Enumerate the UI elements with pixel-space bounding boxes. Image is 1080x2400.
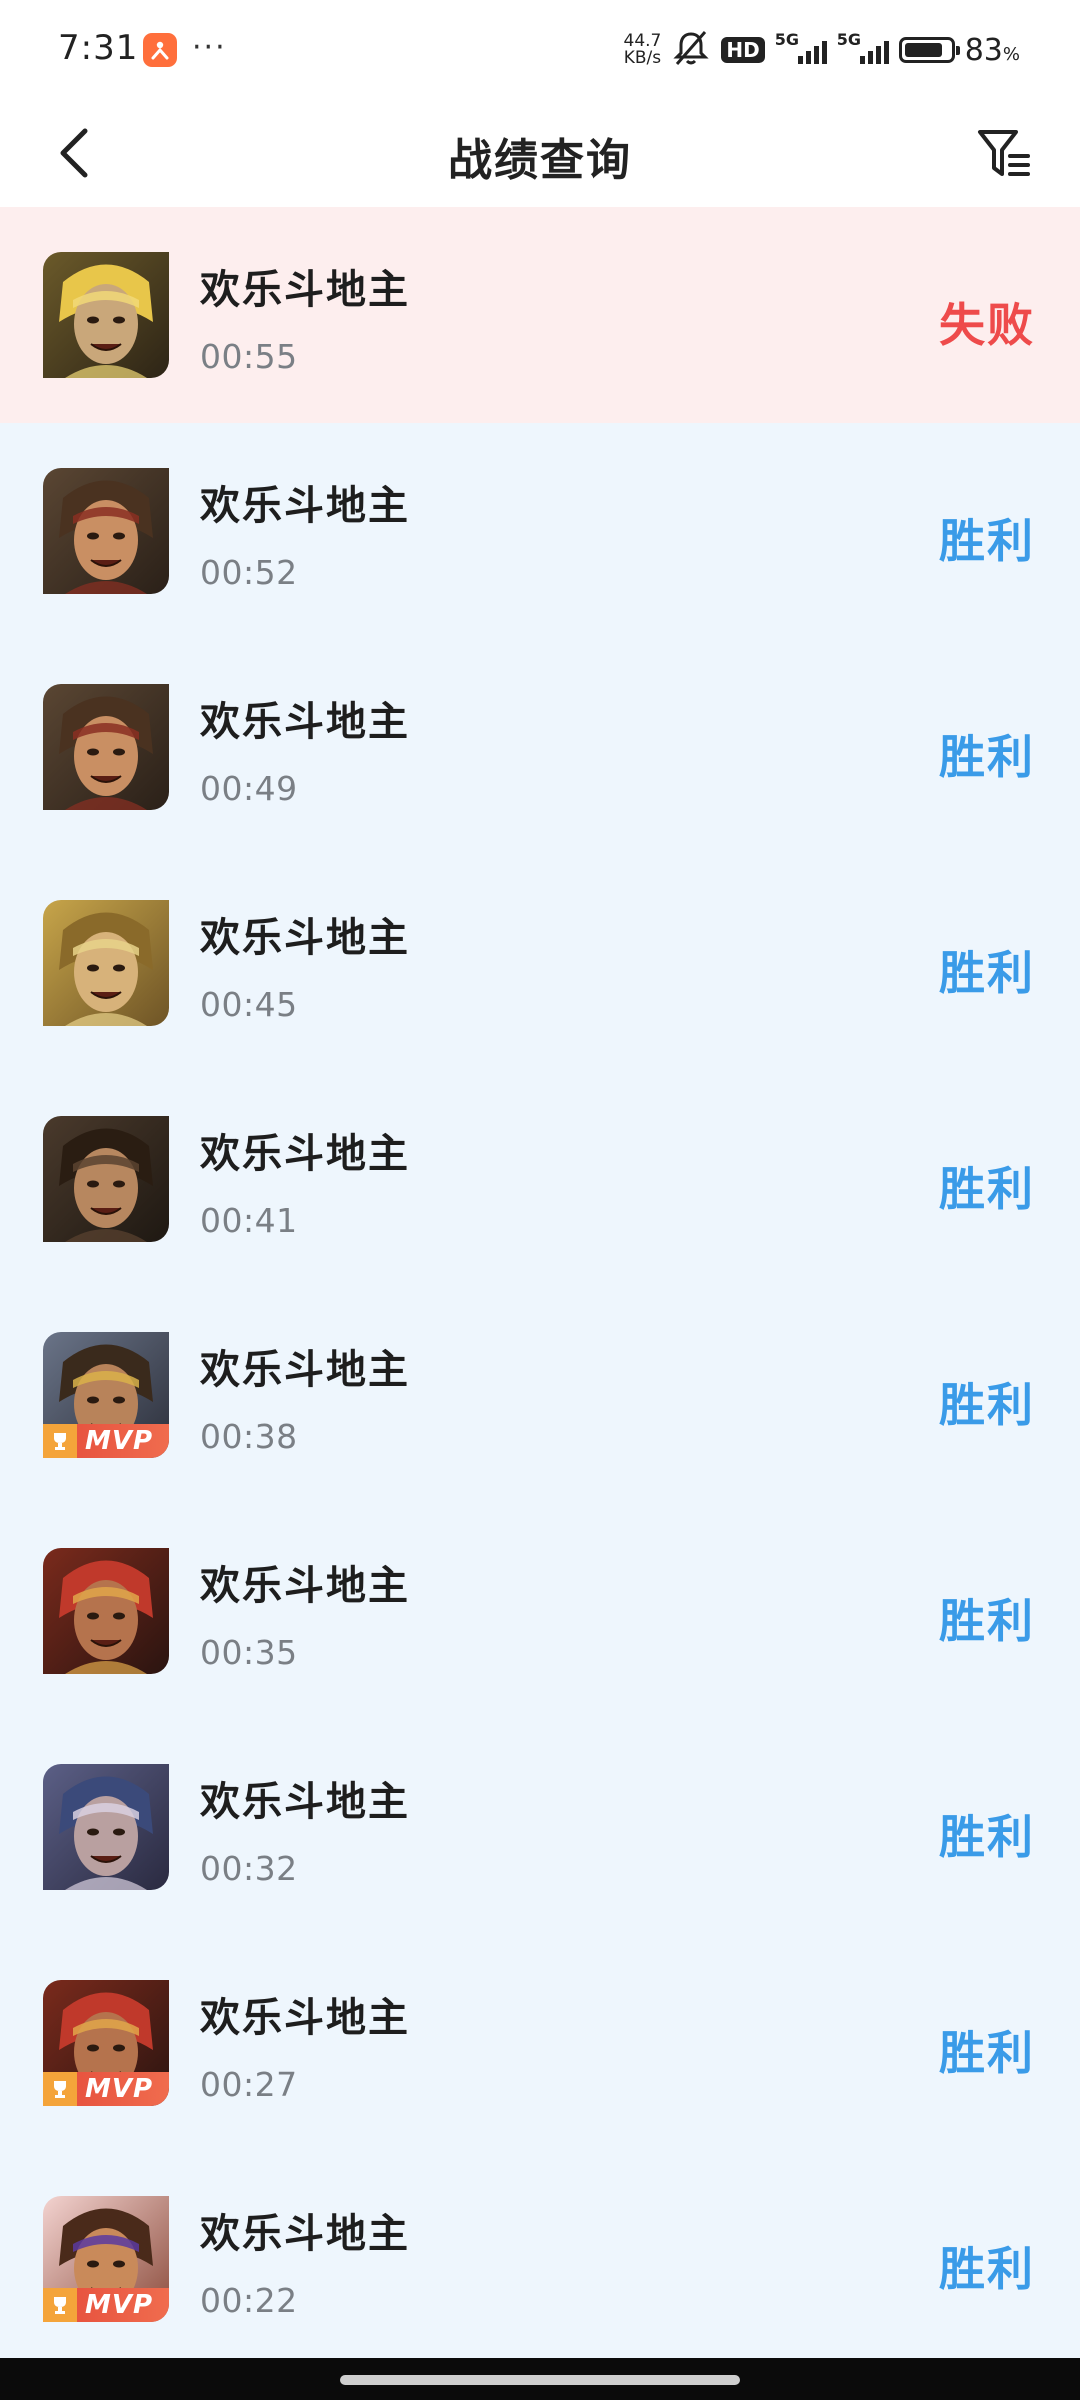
trophy-icon — [43, 1424, 77, 1458]
game-name: 欢乐斗地主 — [200, 483, 410, 529]
match-row[interactable]: MVP 欢乐斗地主 00:27 胜利 — [0, 1935, 1080, 2151]
match-time: 00:38 — [200, 1417, 298, 1456]
hero-avatar: MVP — [43, 1980, 169, 2106]
sim2-network-type: 5G — [836, 30, 861, 49]
result-win-label: 胜利 — [939, 946, 1035, 1000]
match-time: 00:22 — [200, 2281, 298, 2320]
battery-value: 83 — [964, 32, 1003, 68]
game-name: 欢乐斗地主 — [200, 2211, 410, 2257]
signal-sim2-icon: 5G — [837, 30, 889, 70]
filter-icon — [978, 130, 1030, 176]
match-row[interactable]: MVP 欢乐斗地主 00:38 胜利 — [0, 1287, 1080, 1503]
battery-unit: % — [1002, 43, 1020, 65]
page-title: 战绩查询 — [448, 135, 632, 186]
result-win-label: 胜利 — [939, 2242, 1035, 2296]
hero-portrait-image — [43, 1116, 169, 1242]
match-row[interactable]: 欢乐斗地主 00:49 胜利 — [0, 639, 1080, 855]
network-speed-unit: KB/s — [623, 48, 662, 68]
more-notifications-icon: ··· — [192, 30, 227, 65]
mvp-badge: MVP — [43, 2072, 169, 2106]
hero-avatar — [43, 1548, 169, 1674]
match-time: 00:49 — [200, 769, 298, 808]
game-name: 欢乐斗地主 — [200, 267, 410, 313]
clock: 7:31 — [58, 28, 139, 68]
game-name: 欢乐斗地主 — [200, 699, 410, 745]
result-win-label: 胜利 — [939, 514, 1035, 568]
result-win-label: 胜利 — [939, 730, 1035, 784]
result-win-label: 胜利 — [939, 1378, 1035, 1432]
home-gesture-handle[interactable] — [340, 2375, 740, 2385]
match-time: 00:52 — [200, 553, 298, 592]
app-notification-icon — [143, 33, 177, 67]
status-bar: 7:31 ··· 44.7 KB/s HD 5G 5G 83% — [0, 0, 1080, 100]
hero-avatar — [43, 684, 169, 810]
sim1-network-type: 5G — [774, 30, 799, 49]
filter-button[interactable] — [968, 118, 1040, 190]
hero-portrait-image — [43, 1764, 169, 1890]
mvp-label: MVP — [85, 2290, 154, 2320]
match-time: 00:55 — [200, 337, 298, 376]
match-row[interactable]: 欢乐斗地主 00:45 胜利 — [0, 855, 1080, 1071]
hero-portrait-image — [43, 1548, 169, 1674]
status-icons: 44.7 KB/s HD 5G 5G 83% — [624, 26, 1021, 74]
hero-portrait-image — [43, 900, 169, 1026]
hero-portrait-image — [43, 252, 169, 378]
match-row[interactable]: MVP 欢乐斗地主 00:22 胜利 — [0, 2151, 1080, 2367]
game-name: 欢乐斗地主 — [200, 1131, 410, 1177]
game-name: 欢乐斗地主 — [200, 1563, 410, 1609]
hero-portrait-image — [43, 684, 169, 810]
result-win-label: 胜利 — [939, 1162, 1035, 1216]
hero-avatar — [43, 252, 169, 378]
hero-avatar — [43, 900, 169, 1026]
match-history-list: 欢乐斗地主 00:55 失败 欢乐斗地主 00:52 胜利 欢乐斗地主 00:4… — [0, 207, 1080, 2367]
signal-sim1-icon: 5G — [775, 30, 827, 70]
hero-avatar — [43, 1764, 169, 1890]
match-row[interactable]: 欢乐斗地主 00:35 胜利 — [0, 1503, 1080, 1719]
game-name: 欢乐斗地主 — [200, 915, 410, 961]
match-time: 00:35 — [200, 1633, 298, 1672]
hero-avatar: MVP — [43, 1332, 169, 1458]
match-time: 00:45 — [200, 985, 298, 1024]
mvp-badge: MVP — [43, 1424, 169, 1458]
battery-icon — [898, 37, 960, 63]
mvp-label: MVP — [85, 2074, 154, 2104]
hero-avatar: MVP — [43, 2196, 169, 2322]
result-win-label: 胜利 — [939, 1810, 1035, 1864]
result-win-label: 胜利 — [939, 2026, 1035, 2080]
hero-avatar — [43, 1116, 169, 1242]
result-loss-label: 失败 — [939, 298, 1035, 352]
match-time: 00:41 — [200, 1201, 298, 1240]
network-speed: 44.7 KB/s — [624, 33, 662, 67]
mute-icon — [671, 28, 711, 72]
trophy-icon — [43, 2288, 77, 2322]
trophy-icon — [43, 2072, 77, 2106]
app-header: 战绩查询 — [0, 100, 1080, 207]
result-win-label: 胜利 — [939, 1594, 1035, 1648]
hero-avatar — [43, 468, 169, 594]
match-row[interactable]: 欢乐斗地主 00:52 胜利 — [0, 423, 1080, 639]
hd-voice-icon: HD — [721, 37, 765, 63]
system-navigation-bar — [0, 2358, 1080, 2400]
game-name: 欢乐斗地主 — [200, 1347, 410, 1393]
match-time: 00:32 — [200, 1849, 298, 1888]
game-name: 欢乐斗地主 — [200, 1779, 410, 1825]
game-name: 欢乐斗地主 — [200, 1995, 410, 2041]
match-row[interactable]: 欢乐斗地主 00:41 胜利 — [0, 1071, 1080, 1287]
battery-percent: 83% — [965, 33, 1020, 68]
match-time: 00:27 — [200, 2065, 298, 2104]
match-row[interactable]: 欢乐斗地主 00:32 胜利 — [0, 1719, 1080, 1935]
mvp-badge: MVP — [43, 2288, 169, 2322]
mvp-label: MVP — [85, 1426, 154, 1456]
match-row[interactable]: 欢乐斗地主 00:55 失败 — [0, 207, 1080, 423]
hero-portrait-image — [43, 468, 169, 594]
